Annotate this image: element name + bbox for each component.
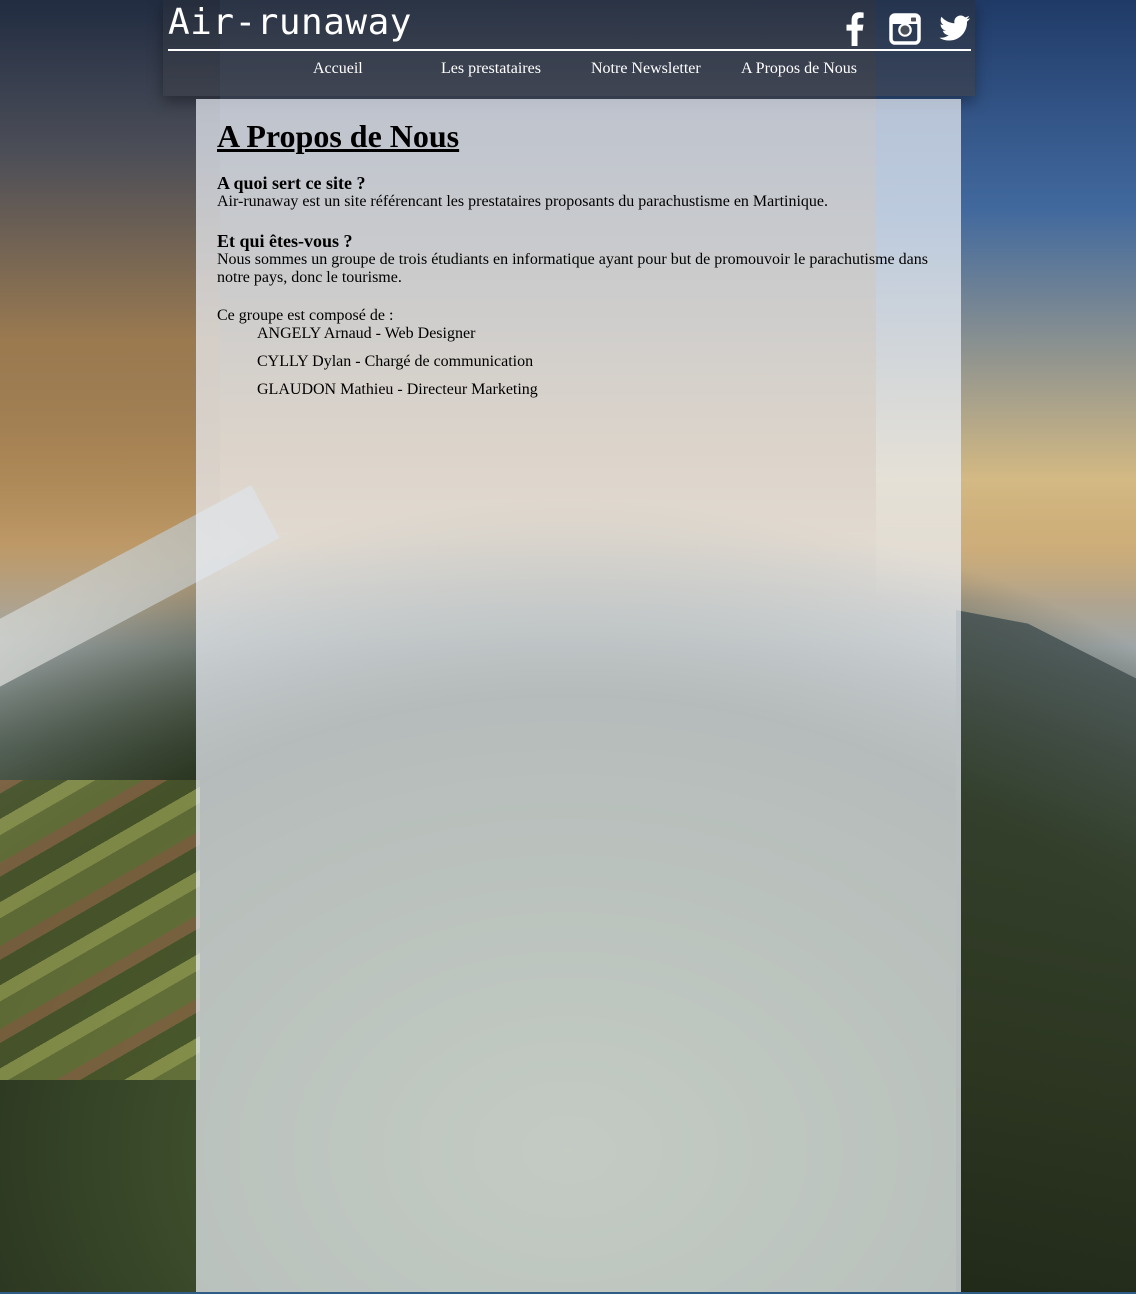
team-intro: Ce groupe est composé de : (217, 307, 394, 324)
question-who: Et qui êtes-vous ? (217, 231, 353, 251)
section-team: Ce groupe est composé de : ANGELY Arnaud… (217, 307, 941, 399)
site-logo-text[interactable]: Air-runaway (168, 0, 412, 46)
list-item: GLAUDON Mathieu - Directeur Marketing (257, 381, 538, 398)
main-nav: Accueil Les prestataires Notre Newslette… (163, 56, 975, 86)
section-purpose: A quoi sert ce site ? Air-runaway est un… (217, 173, 941, 211)
answer-purpose: Air-runaway est un site référencant les … (217, 193, 829, 210)
page-title: A Propos de Nous (217, 118, 460, 154)
nav-item-providers[interactable]: Les prestataires (441, 60, 541, 78)
site-header: Air-runaway Accueil Les prestataires Not… (163, 0, 975, 96)
background-mountains (956, 610, 1136, 1294)
header-divider (168, 49, 971, 51)
twitter-icon[interactable] (939, 12, 971, 46)
facebook-icon[interactable] (839, 12, 871, 46)
team-list: ANGELY Arnaud - Web Designer CYLLY Dylan… (217, 325, 941, 399)
section-who: Et qui êtes-vous ? Nous sommes un groupe… (217, 231, 941, 287)
nav-item-home[interactable]: Accueil (313, 60, 363, 78)
nav-item-about[interactable]: A Propos de Nous (741, 60, 857, 78)
content-panel: A Propos de Nous A quoi sert ce site ? A… (196, 99, 961, 1294)
list-item: ANGELY Arnaud - Web Designer (257, 325, 476, 342)
answer-who: Nous sommes un groupe de trois étudiants… (217, 251, 928, 286)
instagram-icon[interactable] (889, 12, 921, 46)
social-links (839, 12, 971, 46)
question-purpose: A quoi sert ce site ? (217, 173, 366, 193)
nav-item-newsletter[interactable]: Notre Newsletter (591, 60, 701, 78)
list-item: CYLLY Dylan - Chargé de communication (257, 353, 534, 370)
background-fields (0, 780, 200, 1080)
